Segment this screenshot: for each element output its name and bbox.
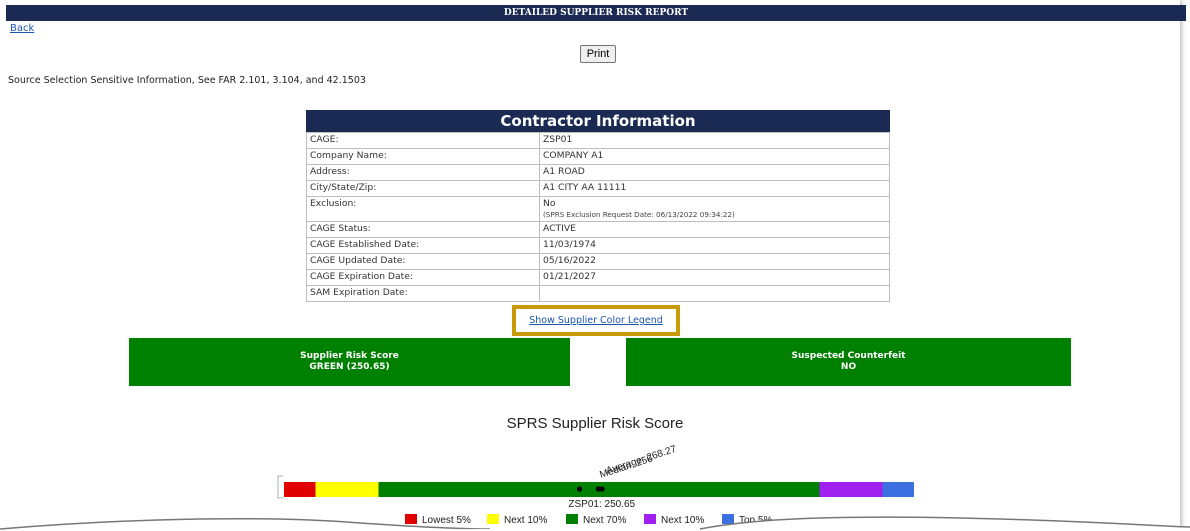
chart-segment-bar	[819, 482, 883, 497]
chart-segment-bar	[882, 482, 914, 497]
chart-segment-bar	[284, 482, 316, 497]
risk-score-chart: Median: 256Average: 268.27ZSP01: 250.65L…	[277, 444, 914, 526]
chart-marker-dot	[576, 486, 583, 492]
chart-bracket	[277, 475, 283, 499]
chart-marker-dot	[599, 486, 605, 492]
page-tear-edge	[0, 516, 1190, 531]
chart-average-label: Average: 268.27	[605, 444, 678, 477]
chart-segment-bar	[315, 482, 379, 497]
